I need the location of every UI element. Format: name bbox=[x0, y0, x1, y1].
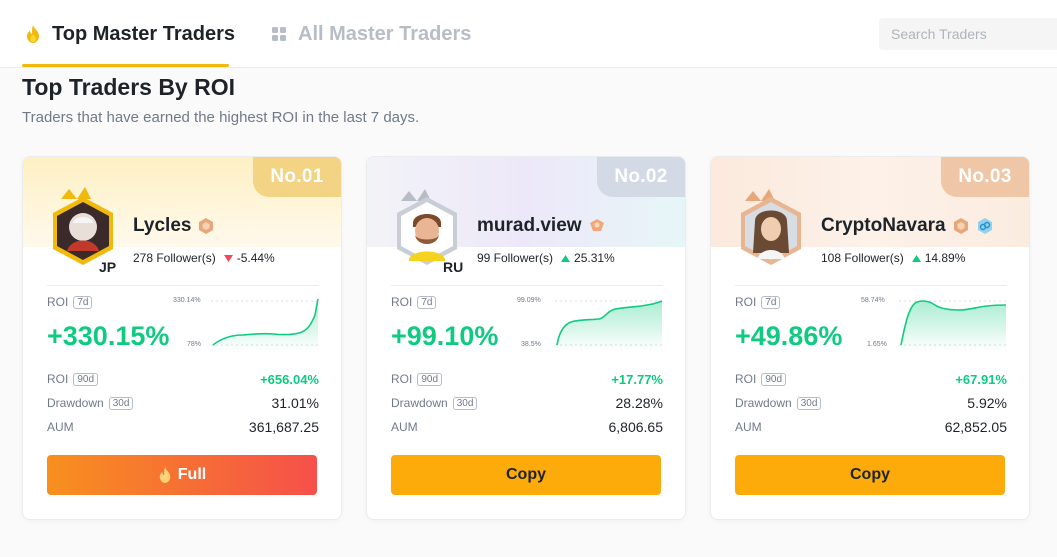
follower-change: 25.31% bbox=[561, 251, 615, 265]
trader-name[interactable]: CryptoNavara bbox=[821, 215, 946, 237]
full-button[interactable]: Full bbox=[47, 455, 317, 495]
roi-90d-row: ROI 90d +656.04% bbox=[47, 371, 319, 387]
follower-change-value: 14.89% bbox=[924, 251, 966, 265]
drawdown-value: 5.92% bbox=[967, 395, 1007, 411]
sparkline-chart bbox=[555, 300, 663, 351]
avatar[interactable]: RU bbox=[387, 187, 467, 277]
search-input[interactable] bbox=[879, 18, 1057, 50]
roi-90d-row: ROI 90d +67.91% bbox=[735, 371, 1007, 387]
trader-name-row: Lycles bbox=[133, 215, 215, 237]
trader-card[interactable]: No.01 JP Lycles 278 Follower(s) -5.44% R… bbox=[22, 156, 342, 520]
triangle-up-icon bbox=[561, 251, 571, 265]
fire-icon bbox=[158, 467, 172, 483]
follower-stats: 99 Follower(s) 25.31% bbox=[477, 251, 615, 265]
follower-change: -5.44% bbox=[223, 251, 275, 265]
roi-90d-row: ROI 90d +17.77% bbox=[391, 371, 663, 387]
aum-value: 6,806.65 bbox=[608, 419, 664, 435]
bronze-badge-icon bbox=[589, 219, 604, 231]
trader-name-row: murad.view bbox=[477, 215, 606, 237]
follower-count: 278 Follower(s) bbox=[133, 251, 216, 265]
divider bbox=[47, 285, 319, 286]
aum-value: 62,852.05 bbox=[944, 419, 1007, 435]
aum-row: AUM 6,806.65 bbox=[391, 419, 664, 435]
follower-stats: 108 Follower(s) 14.89% bbox=[821, 251, 965, 265]
sparkline-chart bbox=[899, 300, 1007, 351]
country-code: JP bbox=[99, 259, 117, 275]
rank-badge: No.02 bbox=[597, 157, 685, 197]
roi-sparkline: 58.74% 1.65% bbox=[861, 295, 1011, 351]
sparkline-chart bbox=[211, 298, 319, 351]
active-tab-indicator bbox=[22, 64, 229, 67]
follower-change-value: 25.31% bbox=[574, 251, 615, 265]
copy-button[interactable]: Copy bbox=[735, 455, 1005, 495]
roi-sparkline: 99.09% 38.5% bbox=[517, 295, 667, 351]
country-code: RU bbox=[443, 259, 464, 275]
rank-badge: No.01 bbox=[253, 157, 341, 197]
roi-7d-label: ROI 7d bbox=[391, 295, 437, 309]
roi-90d-value: +656.04% bbox=[260, 371, 319, 387]
follower-change-value: -5.44% bbox=[236, 251, 275, 265]
roi-7d-value: +49.86% bbox=[735, 321, 843, 351]
avatar[interactable]: JP bbox=[43, 187, 123, 277]
crown-icon bbox=[741, 189, 801, 265]
follower-stats: 278 Follower(s) -5.44% bbox=[133, 251, 275, 265]
trader-name[interactable]: murad.view bbox=[477, 215, 582, 237]
tab-top-master-traders[interactable]: Top Master Traders bbox=[24, 22, 235, 46]
trader-name-row: CryptoNavara bbox=[821, 215, 994, 237]
bronze-badge-icon bbox=[199, 218, 214, 234]
avatar[interactable] bbox=[731, 187, 811, 277]
divider bbox=[735, 285, 1007, 286]
follower-count: 99 Follower(s) bbox=[477, 251, 554, 265]
roi-7d-value: +330.15% bbox=[47, 321, 170, 351]
drawdown-row: Drawdown 30d 5.92% bbox=[735, 395, 1007, 411]
roi-7d-value: +99.10% bbox=[391, 321, 499, 351]
copy-button[interactable]: Copy bbox=[391, 455, 661, 495]
drawdown-row: Drawdown 30d 31.01% bbox=[47, 395, 319, 411]
drawdown-value: 31.01% bbox=[271, 395, 319, 411]
roi-7d-label: ROI 7d bbox=[735, 295, 781, 309]
trader-name[interactable]: Lycles bbox=[133, 215, 191, 237]
follower-count: 108 Follower(s) bbox=[821, 251, 904, 265]
aum-row: AUM 62,852.05 bbox=[735, 419, 1007, 435]
drawdown-value: 28.28% bbox=[615, 395, 663, 411]
roi-sparkline: 330.14% 78% bbox=[173, 295, 323, 351]
trader-card[interactable]: No.03 CryptoNavara 108 Follower(s) 14.89… bbox=[710, 156, 1030, 520]
section-title: Top Traders By ROI bbox=[22, 74, 236, 100]
divider bbox=[391, 285, 663, 286]
link-badge-icon bbox=[977, 218, 992, 234]
aum-row: AUM 361,687.25 bbox=[47, 419, 319, 435]
drawdown-row: Drawdown 30d 28.28% bbox=[391, 395, 663, 411]
tab-all-master-traders[interactable]: All Master Traders bbox=[270, 22, 471, 46]
section-subtitle: Traders that have earned the highest ROI… bbox=[22, 109, 420, 126]
roi-90d-value: +67.91% bbox=[955, 371, 1007, 387]
trader-card[interactable]: No.02 RU murad.view 99 Follower(s) 25.31… bbox=[366, 156, 686, 520]
roi-90d-value: +17.77% bbox=[611, 371, 663, 387]
roi-7d-label: ROI 7d bbox=[47, 295, 93, 309]
triangle-up-icon bbox=[911, 251, 921, 265]
tab-label: All Master Traders bbox=[298, 22, 472, 45]
top-navigation: Top Master Traders All Master Traders bbox=[0, 0, 1057, 68]
bronze-badge-icon bbox=[953, 218, 968, 234]
rank-badge: No.03 bbox=[941, 157, 1029, 197]
tab-label: Top Master Traders bbox=[52, 22, 236, 45]
follower-change: 14.89% bbox=[911, 251, 966, 265]
grid-icon bbox=[270, 24, 288, 44]
triangle-down-icon bbox=[223, 251, 233, 265]
fire-icon bbox=[24, 24, 42, 44]
aum-value: 361,687.25 bbox=[248, 419, 319, 435]
